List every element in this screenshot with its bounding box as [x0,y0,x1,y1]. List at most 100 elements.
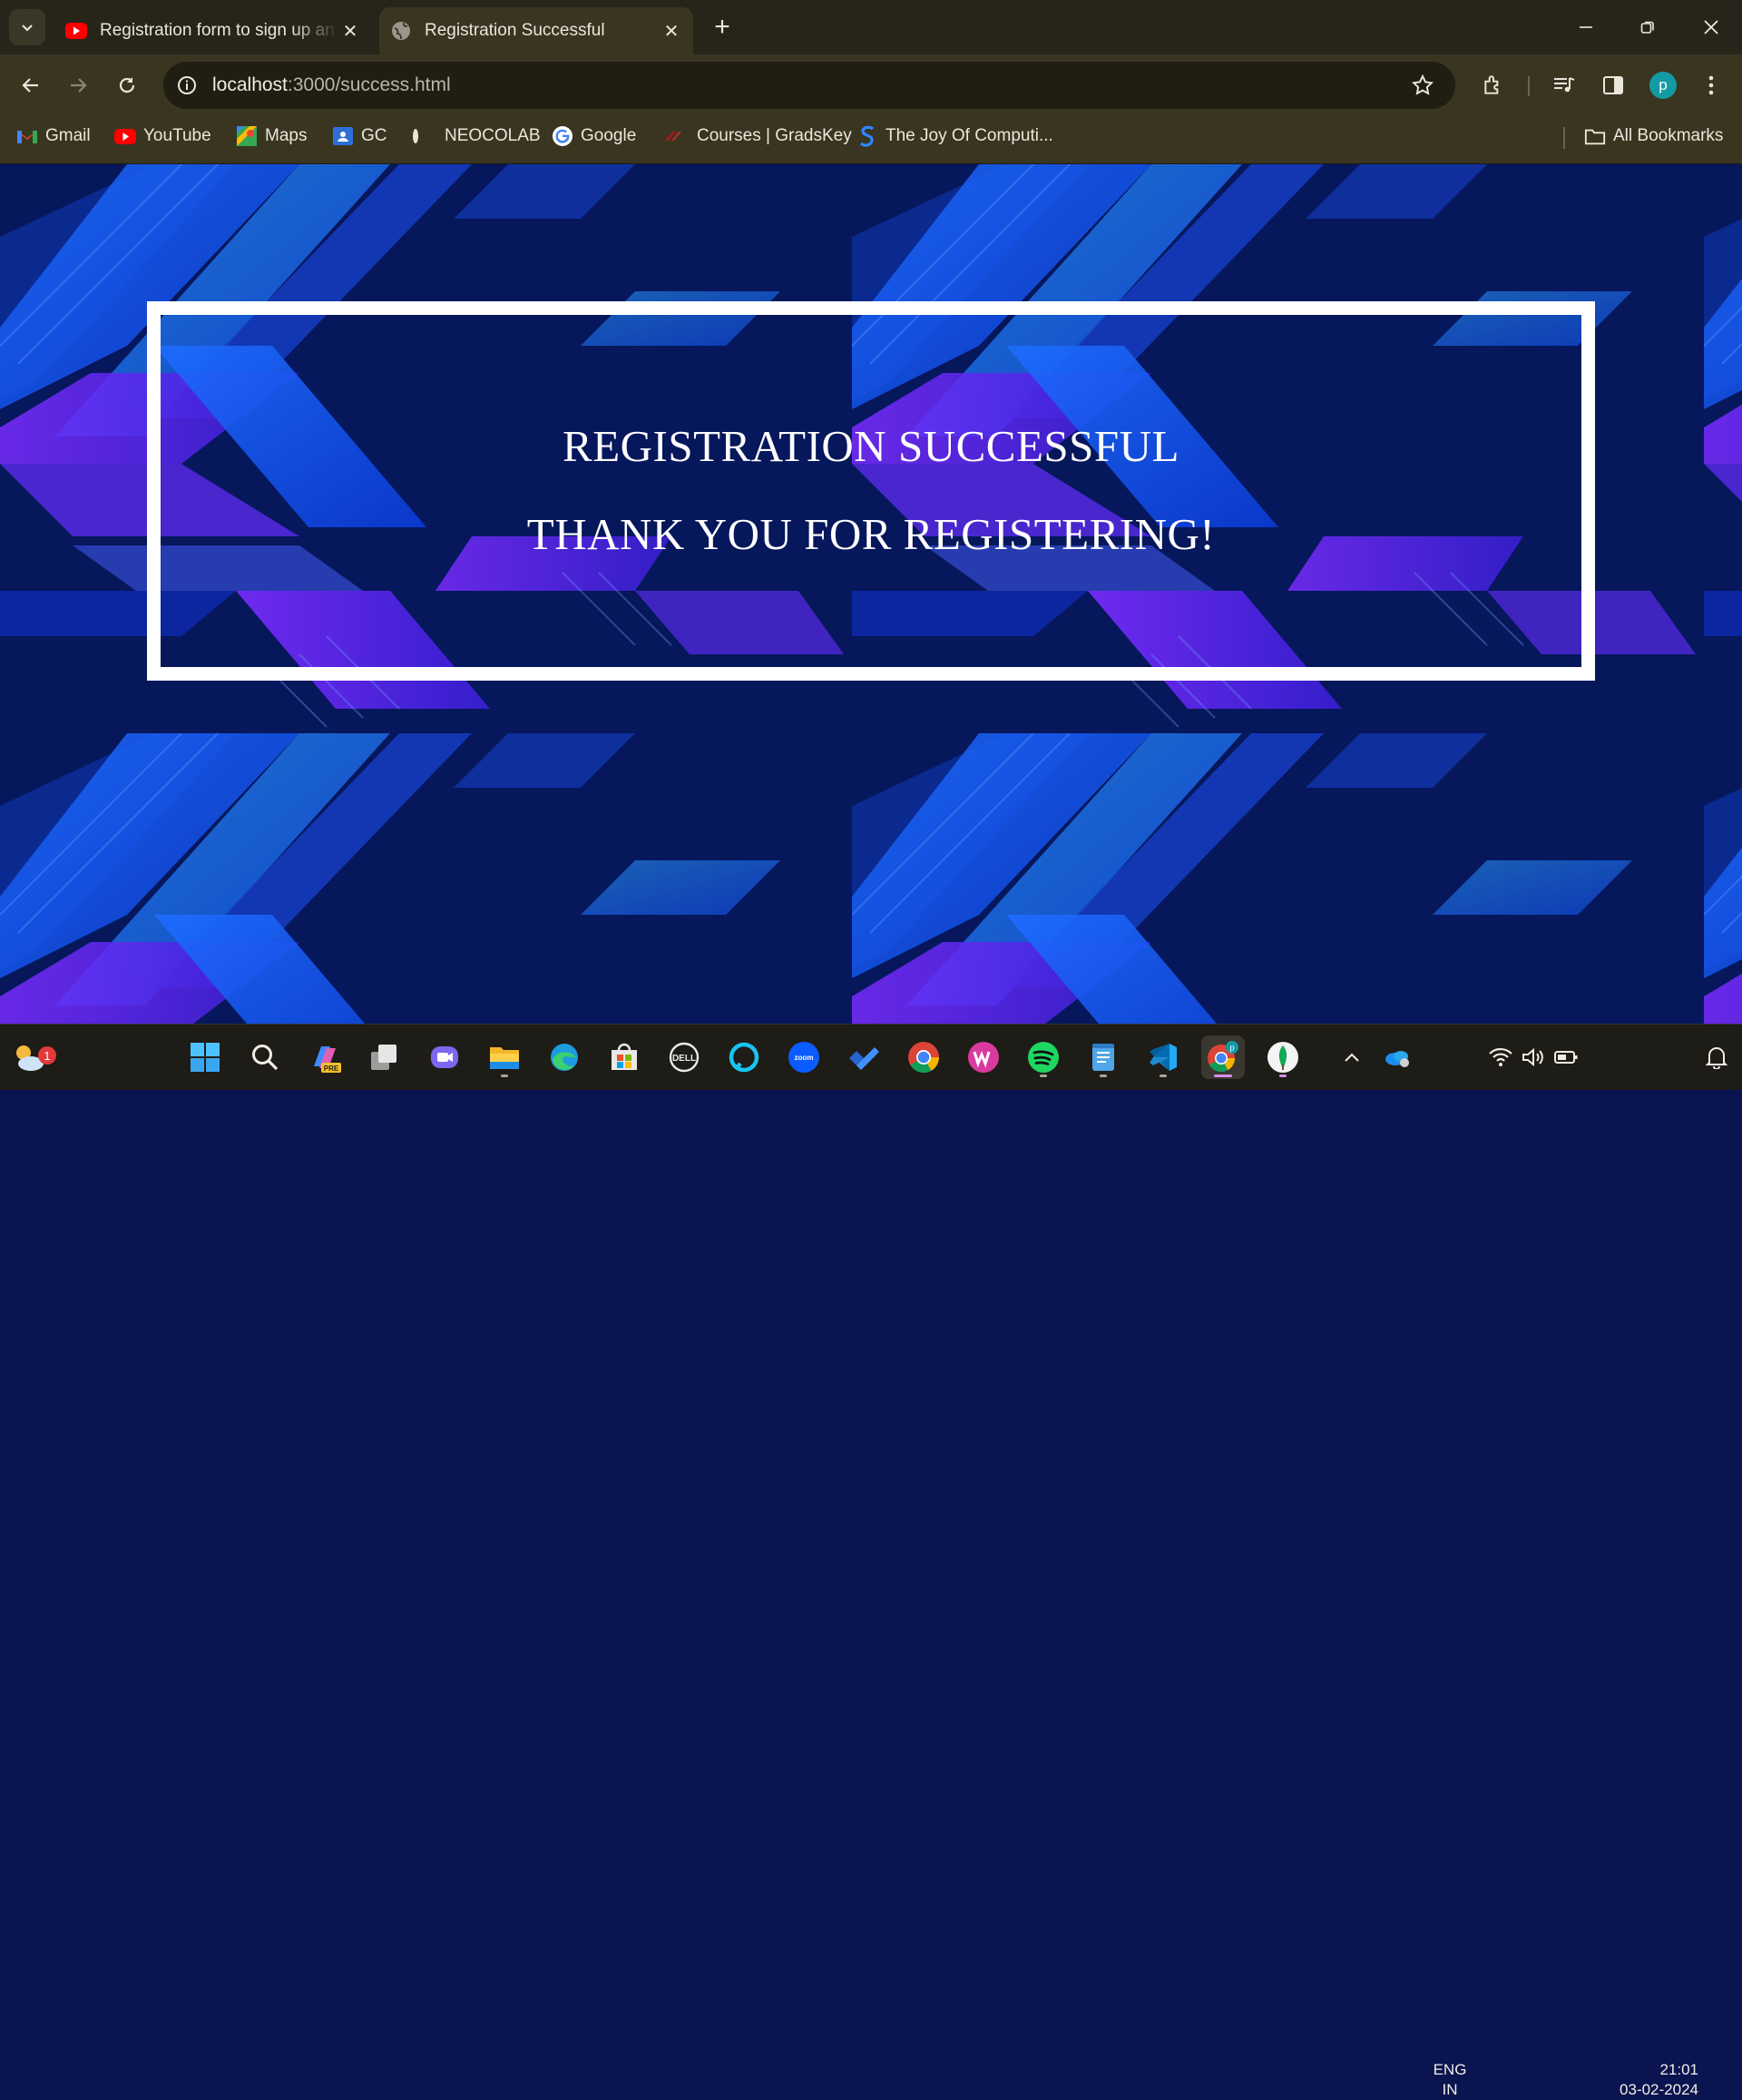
browser-toolbar: localhost:3000/success.html [0,54,1742,116]
taskbar: 1 PRE DELL zoom p ENG IN 21:01 03-02-202… [0,1024,1742,2098]
task-view-icon [371,1045,396,1070]
edge-icon [551,1044,578,1071]
battery-icon [1554,1051,1578,1064]
vscode-button[interactable] [1141,1035,1185,1079]
wps-icon [968,1042,999,1073]
tab-registration-form[interactable]: Registration form to sign up an ✕ [54,7,372,54]
chrome-profile-button[interactable]: p [1201,1035,1245,1079]
bookmarks-separator [1563,127,1565,149]
extensions-icon[interactable] [1477,69,1510,102]
side-panel-icon[interactable] [1597,69,1629,102]
bookmark-maps[interactable]: Maps [236,122,307,151]
background-tile [0,733,852,1024]
notifications-button[interactable] [1698,1035,1735,1079]
running-indicator [501,1075,508,1077]
file-explorer-icon [490,1047,519,1069]
restore-button[interactable] [1620,5,1675,49]
all-bookmarks-button[interactable]: All Bookmarks [1584,122,1723,151]
page-background: REGISTRATION SUCCESSFUL THANK YOU FOR RE… [0,164,1742,1024]
more-menu-icon[interactable] [1695,69,1727,102]
minimize-button[interactable] [1559,5,1613,49]
spotify-button[interactable] [1022,1035,1065,1079]
profile-avatar[interactable]: p [1649,72,1677,99]
notification-bell-icon [1706,1047,1727,1069]
vscode-icon [1150,1044,1177,1071]
url-path: :3000/success.html [287,74,451,95]
chevron-down-icon [22,25,33,32]
new-tab-button[interactable]: + [708,12,737,42]
active-indicator [1214,1075,1232,1077]
bookmark-google[interactable]: Google [552,122,636,151]
bookmark-label: Google [581,126,637,145]
restore-icon [1640,21,1654,34]
running-indicator [1100,1075,1107,1077]
clock-date: 03-02-2024 [1620,2081,1698,2098]
card-background-tile [161,315,853,667]
tab-search-button[interactable] [9,9,45,45]
thank-you-message: THANK YOU FOR REGISTERING! [526,509,1216,559]
chevron-up-icon [1345,1053,1359,1062]
chrome-profile-icon: p [1208,1041,1238,1073]
todo-button[interactable] [842,1035,886,1079]
notepad-button[interactable] [1081,1035,1125,1079]
chrome-icon [908,1042,939,1073]
show-hidden-icons-button[interactable] [1330,1035,1374,1079]
spotify-icon [1028,1042,1059,1073]
search-icon [252,1045,279,1071]
bookmark-label: YouTube [143,126,211,145]
bookmark-gradskey[interactable]: Courses | GradsKey [662,122,852,151]
notepad-icon [1092,1044,1114,1071]
close-icon[interactable]: ✕ [661,20,682,42]
folder-icon [1584,125,1606,147]
file-explorer-button[interactable] [483,1035,526,1079]
bookmark-gmail[interactable]: Gmail [16,122,91,151]
forward-button[interactable] [60,67,96,103]
alexa-button[interactable] [722,1035,766,1079]
bookmark-gc[interactable]: GC [332,122,387,151]
google-icon [552,125,573,147]
dell-button[interactable]: DELL [662,1035,706,1079]
clock[interactable]: 21:01 03-02-2024 [1593,2060,1698,2100]
address-bar[interactable]: localhost:3000/success.html [163,62,1455,109]
weather-widget[interactable]: 1 [7,1035,56,1079]
copilot-icon: PRE [314,1046,341,1073]
tab-registration-successful[interactable]: Registration Successful ✕ [379,7,693,54]
running-indicator [1040,1075,1047,1077]
success-card-inner: REGISTRATION SUCCESSFUL THANK YOU FOR RE… [161,315,1581,667]
teams-icon [431,1046,458,1068]
bookmark-neocolab[interactable]: NEOCOLAB [405,122,541,151]
bookmark-youtube[interactable]: YouTube [114,122,211,151]
mongodb-compass-button[interactable] [1261,1035,1305,1079]
bookmark-label: Maps [265,126,308,145]
reload-button[interactable] [109,67,145,103]
quick-settings-button[interactable] [1479,1035,1588,1079]
notification-badge: 1 [38,1046,56,1065]
url-text[interactable]: localhost:3000/success.html [212,74,1406,96]
zoom-button[interactable]: zoom [782,1035,826,1079]
copilot-button[interactable]: PRE [303,1035,347,1079]
chrome-button[interactable] [902,1035,945,1079]
start-button[interactable] [183,1035,227,1079]
onedrive-button[interactable] [1375,1035,1419,1079]
bookmark-star-icon[interactable] [1406,69,1439,102]
language-indicator[interactable]: ENG IN [1426,2060,1473,2100]
edge-button[interactable] [543,1035,586,1079]
store-icon [612,1043,637,1070]
arrow-left-icon [22,78,38,93]
bookmark-label: NEOCOLAB [445,126,541,145]
back-button[interactable] [13,67,49,103]
running-indicator [1279,1075,1287,1077]
wps-button[interactable] [962,1035,1005,1079]
media-controls-icon[interactable] [1548,69,1581,102]
task-view-button[interactable] [363,1035,406,1079]
teams-button[interactable] [423,1035,466,1079]
taskbar-search[interactable] [243,1035,287,1079]
alexa-icon [729,1042,759,1073]
site-info-icon[interactable] [174,73,200,98]
background-tile [852,733,1704,1024]
store-button[interactable] [602,1035,646,1079]
bookmark-joy-of-computing[interactable]: The Joy Of Computi... [856,122,1053,151]
zoom-icon: zoom [788,1042,819,1073]
close-icon[interactable]: ✕ [339,20,361,42]
close-window-button[interactable] [1684,5,1738,49]
